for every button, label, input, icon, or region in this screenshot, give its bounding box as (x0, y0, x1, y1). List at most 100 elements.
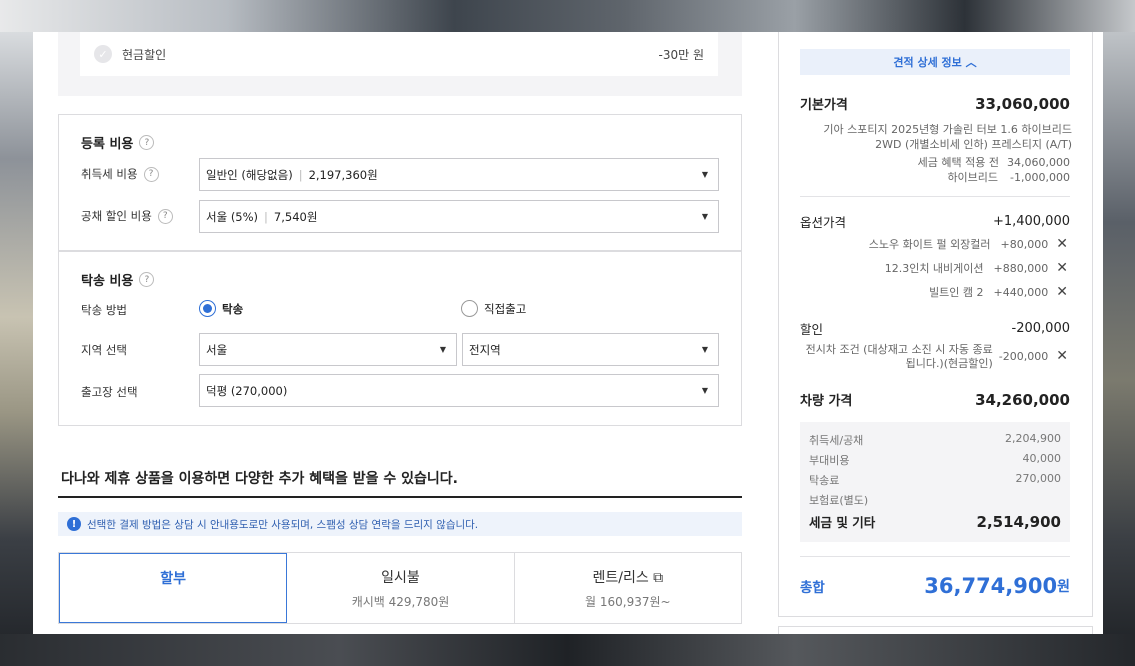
factory-select[interactable]: 덕평 (270,000) ▼ (199, 374, 719, 407)
help-icon[interactable]: ? (139, 135, 155, 150)
cash-discount-label: 현금할인 (122, 47, 167, 62)
discount-item-price: -200,000 (998, 350, 1049, 363)
base-price-value: 33,060,000 (975, 94, 1070, 113)
payment-notice: ! 선택한 결제 방법은 상담 시 안내용도로만 사용되며, 스팸성 상담 연락… (58, 512, 742, 536)
dropdown-arrow-icon: ▼ (701, 212, 708, 221)
close-icon[interactable]: ✕ (1056, 236, 1068, 252)
hybrid-row: 하이브리드 -1,000,000 (800, 169, 1070, 185)
fee-label: 보험료(별도) (809, 494, 869, 507)
hybrid-label: 하이브리드 (947, 171, 999, 184)
divider (58, 496, 742, 498)
background-photo-right (1103, 32, 1135, 666)
tab-rent-lease-sub: 월 160,937원~ (585, 595, 671, 609)
discount-label: 할인 (800, 322, 824, 337)
radio-direct-pickup-label: 직접출고 (484, 301, 527, 316)
bond-discount-select[interactable]: 서울 (5%) | 7,540원 ▼ (199, 200, 719, 233)
delivery-method-label: 탁송 방법 (81, 303, 127, 317)
base-price-row: 기본가격 33,060,000 (800, 94, 1070, 114)
registration-title: 등록 비용 ? (81, 133, 155, 152)
base-price-label: 기본가격 (800, 98, 848, 113)
discount-row: 할인 -200,000 (800, 319, 1070, 338)
option-name: 빌트인 캠 2 (929, 286, 984, 299)
factory-value: 덕평 (270,000) (206, 383, 288, 398)
dropdown-arrow-icon: ▼ (701, 170, 708, 179)
model-description: 기아 스포티지 2025년형 가솔린 터보 1.6 하이브리드 2WD (개별소… (823, 123, 1072, 151)
discount-item-line2: 됩니다.)(현금할인) (905, 357, 993, 370)
delivery-section: 탁송 비용 ? 탁송 방법 탁송 직접출고 지역 선택 서울 ▼ 전지역 ▼ 출… (58, 251, 742, 426)
info-icon: ! (67, 517, 81, 531)
acquisition-tax-amount: 2,197,360원 (308, 167, 378, 182)
quote-detail-toggle-button[interactable]: 견적 상세 정보 ︿ (800, 49, 1070, 75)
background-photo-left (0, 32, 33, 666)
fee-label: 취득세/공채 (809, 434, 864, 447)
promo-title: 다나와 제휴 상품을 이용하면 다양한 추가 혜택을 받을 수 있습니다. (61, 471, 458, 487)
region-label: 지역 선택 (81, 343, 127, 357)
subregion-select[interactable]: 전지역 ▼ (462, 333, 719, 366)
fee-row: 보험료(별도) (809, 492, 1061, 508)
cash-discount-value: -30만 원 (658, 47, 705, 62)
options-label: 옵션가격 (800, 215, 847, 230)
background-photo-bottom (0, 634, 1135, 666)
option-item: 12.3인치 내비게이션 +880,000 ✕ (885, 260, 1068, 276)
region-value: 서울 (206, 342, 228, 357)
cash-discount-row[interactable]: ✓ 현금할인 -30만 원 (80, 32, 718, 76)
options-row: 옵션가격 +1,400,000 (800, 212, 1070, 231)
fee-label: 탁송료 (809, 474, 840, 487)
vehicle-price-label: 차량 가격 (800, 394, 853, 409)
close-icon[interactable]: ✕ (1056, 284, 1068, 300)
region-select[interactable]: 서울 ▼ (199, 333, 457, 366)
radio-delivery[interactable]: 탁송 (199, 300, 243, 317)
tab-lump-sum-sub: 캐시백 429,780원 (351, 595, 450, 609)
delivery-title-text: 탁송 비용 (81, 274, 134, 289)
discount-box: ✓ 현금할인 -30만 원 (58, 32, 742, 96)
registration-title-text: 등록 비용 (81, 137, 134, 152)
payment-notice-text: 선택한 결제 방법은 상담 시 안내용도로만 사용되며, 스팸성 상담 연락을 … (87, 518, 479, 531)
tab-rent-lease-title: 렌트/리스 ⧉ (592, 570, 664, 586)
option-item: 스노우 화이트 펄 외장컬러 +80,000 ✕ (869, 236, 1068, 252)
fee-row: 부대비용 40,000 (809, 452, 1061, 468)
tab-installment-title: 할부 (160, 571, 187, 587)
discount-item: 전시차 조건 (대상재고 소진 시 자동 종료 됩니다.)(현금할인) -200… (806, 343, 1068, 371)
tab-installment[interactable]: 할부 (59, 553, 288, 623)
acquisition-tax-select[interactable]: 일반인 (해당없음) | 2,197,360원 ▼ (199, 158, 719, 191)
acquisition-tax-label-text: 취득세 비용 (81, 167, 138, 181)
bond-discount-label-text: 공채 할인 비용 (81, 209, 152, 223)
divider (800, 196, 1070, 197)
quote-summary: 견적 상세 정보 ︿ 기본가격 33,060,000 기아 스포티지 2025년… (778, 32, 1093, 617)
fee-row: 탁송료 270,000 (809, 472, 1061, 488)
tax-etc-value: 2,514,900 (976, 512, 1061, 531)
tab-rent-lease[interactable]: 렌트/리스 ⧉ 월 160,937원~ (515, 553, 741, 623)
registration-section: 등록 비용 ? 취득세 비용 ? 일반인 (해당없음) | 2,197,360원 ▼… (58, 114, 742, 251)
tax-before-value: 34,060,000 (1007, 155, 1070, 169)
radio-direct-pickup[interactable]: 직접출고 (461, 300, 526, 317)
help-icon[interactable]: ? (143, 166, 159, 182)
radio-selected-icon (199, 300, 216, 317)
tax-etc-label: 세금 및 기타 (809, 515, 876, 530)
total-label: 총합 (800, 580, 825, 596)
tab-lump-sum-title: 일시불 (381, 570, 420, 586)
total-value: 36,774,900 (924, 574, 1058, 598)
fee-value: 40,000 (1022, 452, 1062, 465)
acquisition-tax-label: 취득세 비용 ? (81, 166, 159, 182)
dropdown-arrow-icon: ▼ (439, 345, 446, 354)
factory-label: 출고장 선택 (81, 385, 138, 399)
vehicle-price-row: 차량 가격 34,260,000 (800, 390, 1070, 410)
total-row: 총합 36,774,900 원 (800, 574, 1070, 598)
help-icon[interactable]: ? (139, 272, 155, 287)
tab-lump-sum[interactable]: 일시불 캐시백 429,780원 (287, 553, 515, 623)
check-icon[interactable]: ✓ (94, 45, 112, 63)
options-value: +1,400,000 (992, 214, 1070, 229)
vehicle-price-value: 34,260,000 (975, 390, 1070, 409)
acquisition-tax-value: 일반인 (해당없음) (206, 167, 293, 182)
option-price: +880,000 (993, 261, 1049, 275)
close-icon[interactable]: ✕ (1056, 260, 1068, 276)
tax-before-label: 세금 혜택 적용 전 (917, 156, 1000, 169)
fees-box: 취득세/공채 2,204,900 부대비용 40,000 탁송료 270,000… (800, 422, 1070, 542)
option-price: +80,000 (1000, 237, 1049, 251)
fee-value: 270,000 (1015, 472, 1062, 485)
payment-tabs: 할부 일시불 캐시백 429,780원 렌트/리스 ⧉ 월 160,937원~ (58, 552, 742, 624)
discount-item-line1: 전시차 조건 (대상재고 소진 시 자동 종료 (805, 343, 993, 356)
close-icon[interactable]: ✕ (1056, 348, 1068, 364)
tax-before-row: 세금 혜택 적용 전 34,060,000 (800, 154, 1070, 170)
help-icon[interactable]: ? (157, 208, 173, 224)
